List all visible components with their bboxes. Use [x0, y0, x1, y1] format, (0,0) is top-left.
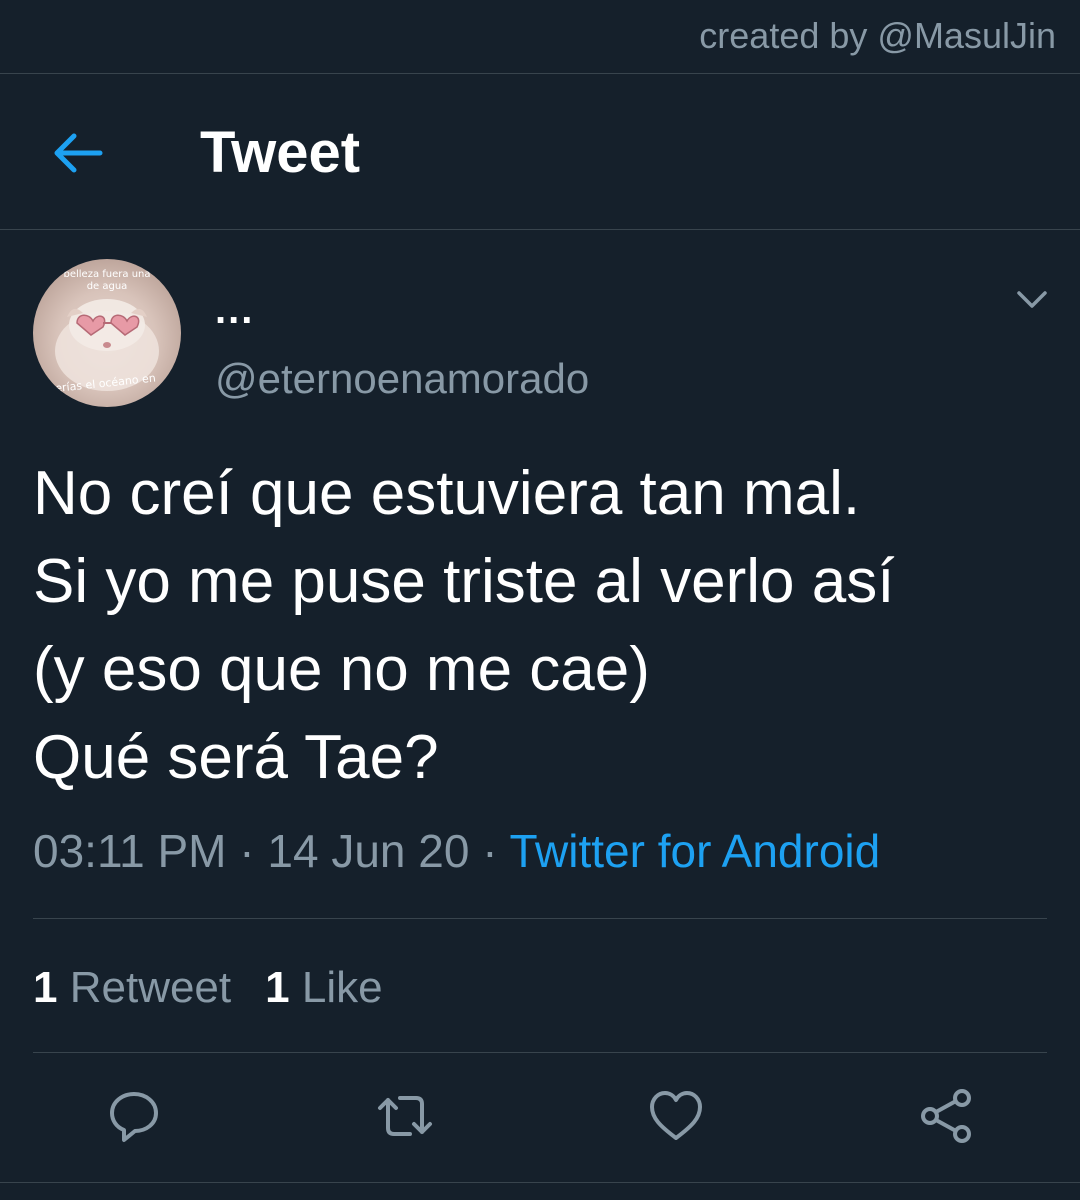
credit-bar: created by @MasulJin — [0, 0, 1080, 74]
tweet-line: No creí que estuviera tan mal. — [33, 459, 861, 528]
likes-label: Like — [301, 963, 383, 1012]
page-title: Tweet — [200, 120, 361, 185]
share-button[interactable] — [918, 1088, 974, 1144]
likes-count: 1 — [265, 963, 290, 1012]
likes-stat[interactable]: 1 Like — [265, 963, 382, 1012]
tweet-text: No creí que estuviera tan mal. Si yo me … — [33, 450, 1043, 802]
chevron-down-icon — [1017, 291, 1047, 308]
avatar-caption-top-1: belleza fuera una — [64, 269, 151, 280]
like-button[interactable] — [648, 1088, 704, 1144]
author-handle[interactable]: @eternoenamorado — [215, 358, 589, 400]
retweets-stat[interactable]: 1 Retweet — [33, 963, 231, 1012]
tweet-line: Qué será Tae? — [33, 723, 439, 792]
avatar[interactable]: belleza fuera una de agua serías el océa… — [33, 259, 181, 407]
arrow-left-icon — [54, 133, 103, 173]
retweet-icon — [378, 1096, 432, 1136]
divider — [0, 1182, 1080, 1183]
share-icon — [921, 1089, 971, 1143]
author-name[interactable]: ... — [215, 290, 254, 330]
meta-separator: · — [469, 825, 510, 877]
tweet-date: 14 Jun 20 — [267, 825, 470, 877]
divider — [33, 1052, 1047, 1053]
tweet-meta: 03:11 PM · 14 Jun 20 · Twitter for Andro… — [33, 828, 880, 874]
back-button[interactable] — [46, 122, 108, 184]
tweet-line: Si yo me puse triste al verlo así — [33, 547, 895, 616]
retweet-button[interactable] — [374, 1088, 432, 1144]
retweets-count: 1 — [33, 963, 58, 1012]
tweet-stats: 1 Retweet 1 Like — [33, 966, 383, 1010]
header: Tweet — [0, 74, 1080, 230]
tweet-time: 03:11 PM — [33, 825, 227, 877]
credit-text: created by @MasulJin — [699, 15, 1056, 56]
tweet-menu-button[interactable] — [1012, 282, 1052, 316]
divider — [33, 918, 1047, 919]
avatar-image: belleza fuera una de agua serías el océa… — [49, 269, 159, 396]
reply-icon — [110, 1092, 158, 1142]
meta-separator: · — [226, 825, 268, 877]
avatar-caption-top-2: de agua — [87, 281, 128, 292]
retweets-label: Retweet — [69, 963, 232, 1012]
tweet-source-link[interactable]: Twitter for Android — [510, 825, 881, 877]
reply-button[interactable] — [106, 1088, 162, 1144]
tweet-line: (y eso que no me cae) — [33, 635, 650, 704]
heart-icon — [650, 1091, 702, 1140]
